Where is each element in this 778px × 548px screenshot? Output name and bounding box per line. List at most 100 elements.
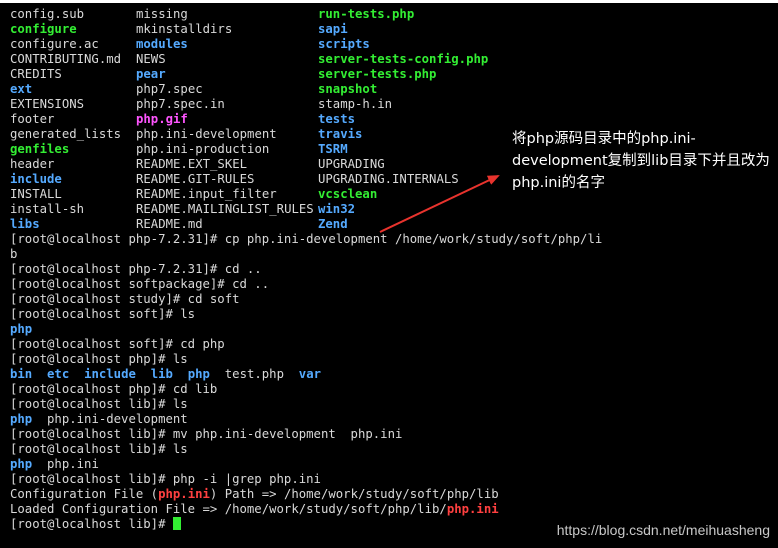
listing-row: configure.ac modules scripts xyxy=(10,37,768,52)
terminal-text: php xyxy=(187,367,210,381)
terminal-text: var xyxy=(298,367,322,381)
terminal-line: [root@localhost php-7.2.31]# cp php.ini-… xyxy=(10,232,768,247)
annotation-note: 将php源码目录中的php.ini-development复制到lib目录下并且… xyxy=(512,131,770,191)
file-entry: EXTENSIONS xyxy=(10,97,85,111)
terminal-text: php xyxy=(10,412,33,426)
text-cursor[interactable] xyxy=(172,517,181,530)
terminal-text: php.ini xyxy=(158,487,210,501)
terminal-line: [root@localhost soft]# ls xyxy=(10,307,768,322)
terminal-text: include xyxy=(84,367,136,381)
terminal-line: [root@localhost lib]# mv php.ini-develop… xyxy=(10,427,768,442)
file-entry: UPGRADING.INTERNALS xyxy=(318,172,459,186)
file-entry: stamp-h.in xyxy=(318,97,393,111)
file-entry: Zend xyxy=(318,217,348,231)
listing-row: install-sh README.MAILINGLIST_RULES win32 xyxy=(10,202,768,217)
terminal-line: [root@localhost lib]# ls xyxy=(10,397,768,412)
file-entry: configure.ac xyxy=(10,37,99,51)
terminal-text: [root@localhost lib]# mv php.ini-develop… xyxy=(10,427,403,441)
file-entry: tests xyxy=(318,112,356,126)
terminal-text: Configuration File ( xyxy=(10,487,159,501)
terminal-text: [root@localhost soft]# cd php xyxy=(10,337,225,351)
file-entry: header xyxy=(10,157,55,171)
file-entry: TSRM xyxy=(318,142,348,156)
file-entry: run-tests.php xyxy=(318,7,415,21)
terminal-text: [root@localhost php-7.2.31]# cd .. xyxy=(10,262,262,276)
listing-row: config.sub missing run-tests.php xyxy=(10,7,768,22)
file-entry: README.MAILINGLIST_RULES xyxy=(136,202,314,216)
terminal-line: Loaded Configuration File => /home/work/… xyxy=(10,502,768,517)
terminal-text: test.php xyxy=(209,367,299,381)
file-entry: pear xyxy=(136,67,166,81)
terminal-text: [root@localhost php]# cd lib xyxy=(10,382,218,396)
file-entry: README.input_filter xyxy=(136,187,277,201)
file-entry: sapi xyxy=(318,22,348,36)
file-entry: mkinstalldirs xyxy=(136,22,233,36)
file-entry: php.ini-development xyxy=(136,127,277,141)
file-entry: generated_lists xyxy=(10,127,122,141)
listing-row: CREDITS pear server-tests.php xyxy=(10,67,768,82)
listing-row: configure mkinstalldirs sapi xyxy=(10,22,768,37)
listing-row: footer php.gif tests xyxy=(10,112,768,127)
file-entry: README.EXT_SKEL xyxy=(136,157,248,171)
command-session: [root@localhost php-7.2.31]# cp php.ini-… xyxy=(10,232,768,517)
terminal-text: [root@localhost php]# ls xyxy=(10,352,188,366)
listing-row: libs README.md Zend xyxy=(10,217,768,232)
terminal-line: php php.ini-development xyxy=(10,412,768,427)
file-entry: README.GIT-RULES xyxy=(136,172,255,186)
terminal-text: [root@localhost soft]# ls xyxy=(10,307,196,321)
file-entry: INSTALL xyxy=(10,187,62,201)
terminal-line: bin etc include lib php test.php var xyxy=(10,367,768,382)
terminal-line: php php.ini xyxy=(10,457,768,472)
terminal-text: ) Path => /home/work/study/soft/php/lib xyxy=(209,487,499,501)
file-entry: missing xyxy=(136,7,188,21)
terminal-text: lib xyxy=(150,367,173,381)
terminal-text: php xyxy=(10,457,33,471)
terminal-line: [root@localhost php]# cd lib xyxy=(10,382,768,397)
terminal-line: [root@localhost lib]# ls xyxy=(10,442,768,457)
terminal-text: [root@localhost lib]# ls xyxy=(10,442,188,456)
terminal-line: [root@localhost softpackage]# cd .. xyxy=(10,277,768,292)
file-entry: win32 xyxy=(318,202,356,216)
file-entry: scripts xyxy=(318,37,370,51)
terminal-text: etc xyxy=(47,367,70,381)
terminal-text: php xyxy=(10,322,33,336)
terminal-line: php xyxy=(10,322,768,337)
terminal-text: [root@localhost lib]# php -i |grep php.i… xyxy=(10,472,321,486)
file-entry: genfiles xyxy=(10,142,70,156)
directory-listing: config.sub missing run-tests.php configure m… xyxy=(10,7,768,232)
terminal-line: [root@localhost php-7.2.31]# cd .. xyxy=(10,262,768,277)
file-entry: UPGRADING xyxy=(318,157,385,171)
file-entry: CONTRIBUTING.md xyxy=(10,52,122,66)
file-entry: snapshot xyxy=(318,82,378,96)
file-entry: include xyxy=(10,172,62,186)
terminal-window[interactable]: config.sub missing run-tests.php configure m… xyxy=(0,0,778,548)
file-entry: server-tests.php xyxy=(318,67,437,81)
file-entry: server-tests-config.php xyxy=(318,52,489,66)
terminal-text: [root@localhost php-7.2.31]# cp php.ini-… xyxy=(10,232,603,246)
terminal-text: php.ini-development xyxy=(32,412,188,426)
terminal-text: [root@localhost study]# cd soft xyxy=(10,292,240,306)
file-entry: php.gif xyxy=(136,112,188,126)
terminal-text: Loaded Configuration File => /home/work/… xyxy=(10,502,447,516)
file-entry: libs xyxy=(10,217,40,231)
terminal-line: [root@localhost study]# cd soft xyxy=(10,292,768,307)
file-entry: config.sub xyxy=(10,7,85,21)
terminal-text: [root@localhost softpackage]# cd .. xyxy=(10,277,270,291)
file-entry: ext xyxy=(10,82,33,96)
terminal-line: [root@localhost soft]# cd php xyxy=(10,337,768,352)
listing-row: CONTRIBUTING.md NEWS server-tests-config.p… xyxy=(10,52,768,67)
listing-row: ext php7.spec snapshot xyxy=(10,82,768,97)
file-entry: php7.spec.in xyxy=(136,97,225,111)
watermark: https://blog.csdn.net/meihuasheng xyxy=(556,522,770,538)
file-entry: footer xyxy=(10,112,55,126)
terminal-text: php.ini xyxy=(32,457,99,471)
file-entry: php7.spec xyxy=(136,82,203,96)
prompt: [root@localhost lib]# xyxy=(10,517,173,531)
terminal-text: php.ini xyxy=(446,502,499,516)
terminal-line: Configuration File (php.ini) Path => /ho… xyxy=(10,487,768,502)
file-entry: install-sh xyxy=(10,202,85,216)
file-entry: CREDITS xyxy=(10,67,62,81)
